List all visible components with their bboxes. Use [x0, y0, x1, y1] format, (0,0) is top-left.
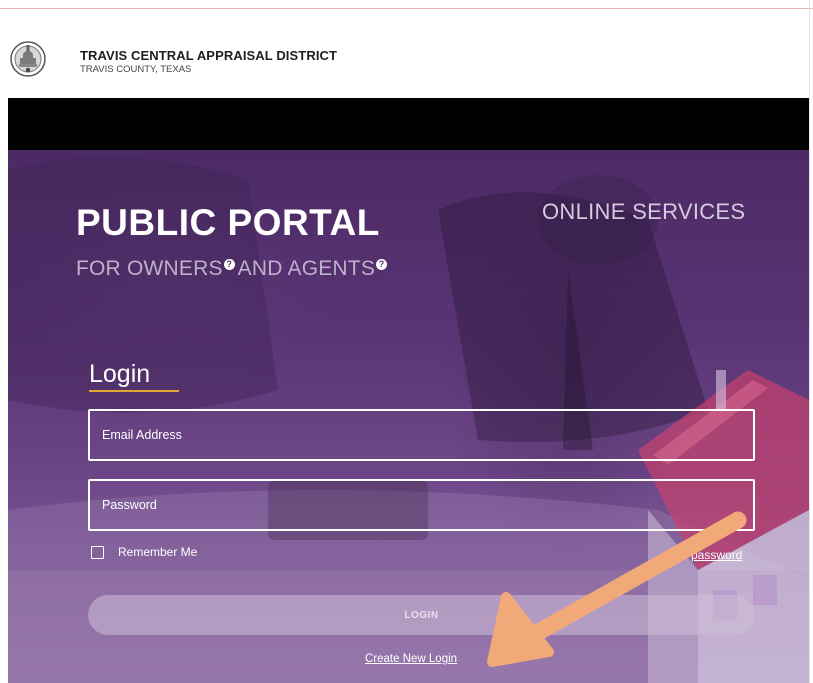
top-rule	[0, 8, 813, 9]
email-field[interactable]: Email Address	[88, 409, 755, 461]
password-field[interactable]: Password	[88, 479, 755, 531]
portal-subtitle: FOR OWNERS ? AND AGENTS ?	[76, 257, 390, 281]
remember-me[interactable]: Remember Me	[91, 545, 197, 559]
nav-band	[8, 98, 809, 150]
portal-title: PUBLIC PORTAL	[76, 202, 380, 243]
email-placeholder: Email Address	[102, 428, 182, 442]
remember-me-label: Remember Me	[118, 545, 198, 559]
online-services-label: ONLINE SERVICES	[542, 199, 746, 224]
subtitle-agents: AND AGENTS	[237, 257, 376, 280]
remember-me-checkbox[interactable]	[91, 545, 104, 559]
create-new-login-link[interactable]: Create New Login	[365, 653, 457, 665]
help-owners-icon[interactable]: ?	[223, 259, 235, 270]
password-placeholder: Password	[102, 498, 157, 512]
hero-section: PUBLIC PORTAL ONLINE SERVICES FOR OWNERS…	[8, 150, 809, 683]
county-seal-icon[interactable]	[9, 28, 47, 90]
login-button[interactable]: LOGIN	[88, 595, 755, 635]
org-name: TRAVIS CENTRAL APPRAISAL DISTRICT	[80, 48, 338, 63]
login-heading: Login	[89, 360, 151, 388]
page: TRAVIS CENTRAL APPRAISAL DISTRICT TRAVIS…	[0, 0, 813, 683]
org-subtitle: TRAVIS COUNTY, TEXAS	[80, 64, 192, 75]
subtitle-owners: FOR OWNERS	[76, 257, 223, 280]
login-heading-underline	[89, 390, 179, 392]
site-header: TRAVIS CENTRAL APPRAISAL DISTRICT TRAVIS…	[0, 10, 809, 98]
right-rule	[809, 0, 810, 683]
help-agents-icon[interactable]: ?	[376, 259, 388, 270]
forgot-password-link[interactable]: password	[691, 548, 742, 562]
login-button-label: LOGIN	[404, 609, 439, 621]
